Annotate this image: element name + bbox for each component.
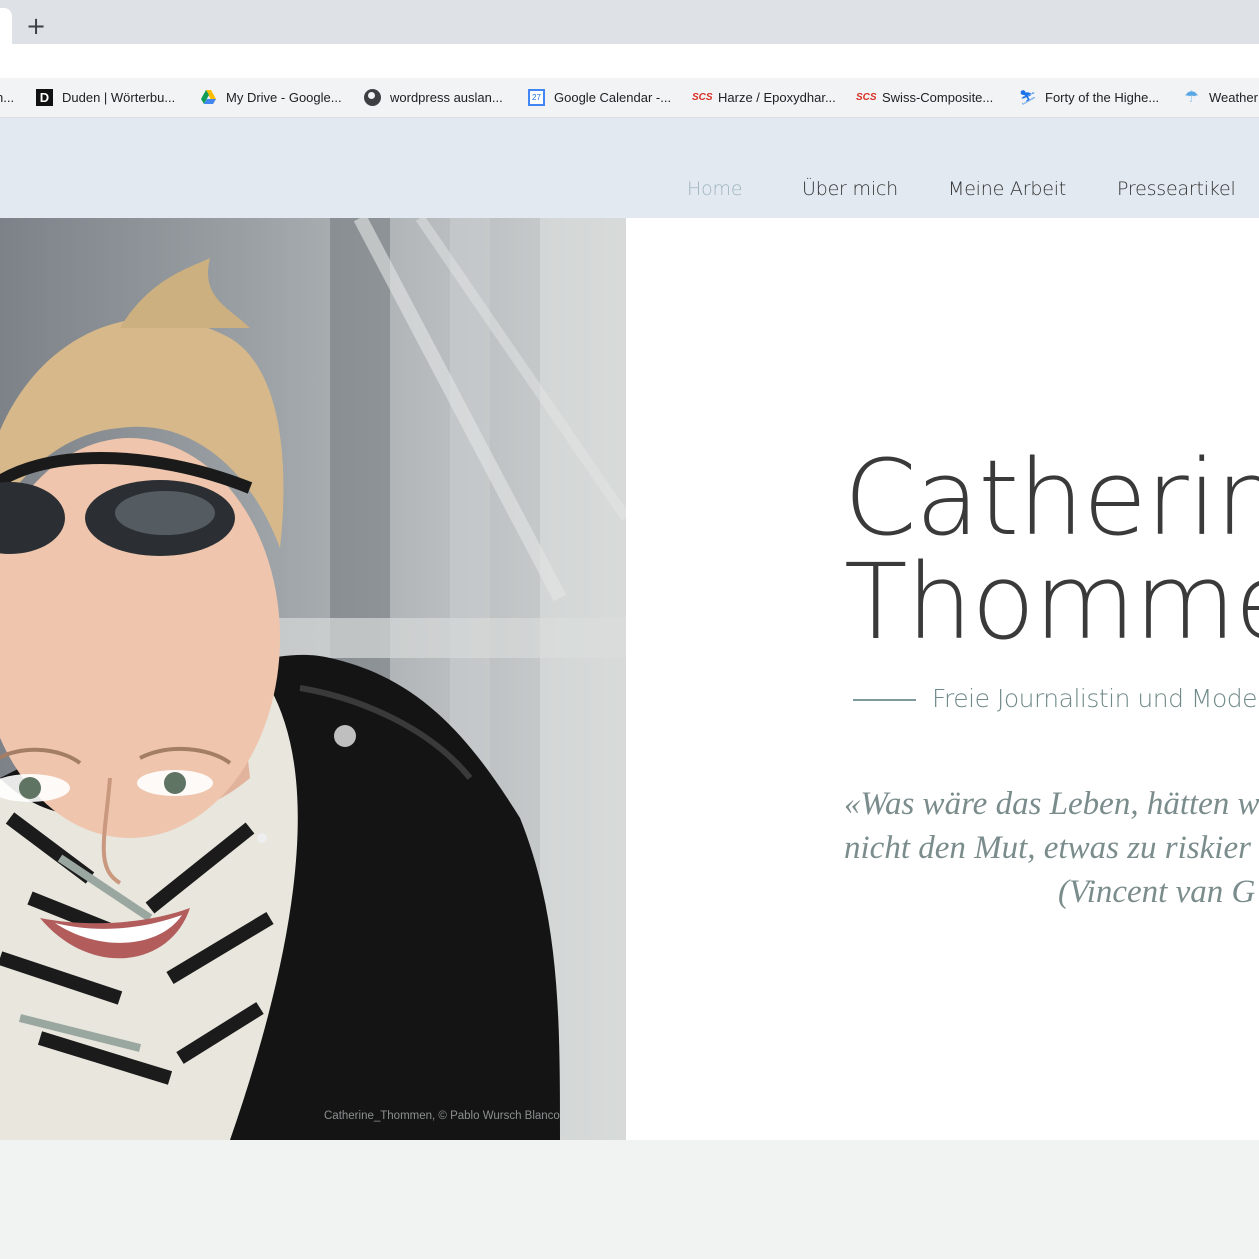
- portrait-illustration: [0, 218, 626, 1140]
- bookmark-label: Weather: [1209, 89, 1258, 105]
- portrait-photo: Catherine_Thommen, © Pablo Wursch Blanco: [0, 218, 626, 1140]
- active-tab[interactable]: [0, 8, 12, 46]
- bookmark-label: Forty of the Highe...: [1045, 89, 1160, 105]
- bookmark-label: Duden | Wörterbu...: [62, 89, 176, 105]
- hero-name-first: Catherine: [844, 437, 1259, 559]
- scs-icon: SCS: [856, 91, 877, 103]
- scs-icon: SCS: [692, 91, 713, 103]
- photo-credit: Catherine_Thommen, © Pablo Wursch Blanco: [324, 1110, 560, 1122]
- skier-icon: ⛷: [1019, 88, 1037, 105]
- bookmark-google-calendar[interactable]: 27 Google Calendar -...: [528, 87, 671, 107]
- bookmark-harze[interactable]: SCS Harze / Epoxydhar...: [692, 87, 836, 107]
- bookmark-my-drive[interactable]: My Drive - Google...: [200, 87, 342, 107]
- bookmark-label: My Drive - Google...: [226, 89, 342, 105]
- bookmark-forty[interactable]: ⛷ Forty of the Highe...: [1019, 87, 1159, 107]
- bookmark-item[interactable]: n...: [0, 87, 14, 107]
- quote-line: nicht den Mut, etwas zu riskier: [844, 830, 1251, 866]
- hero-text-panel: Catherine Thommen Freie Journalistin und…: [626, 218, 1259, 1140]
- quote-line: «Was wäre das Leben, hätten w: [844, 786, 1259, 822]
- bookmark-label: wordpress auslan...: [390, 89, 503, 105]
- subtitle-divider: [853, 699, 916, 701]
- hero-subtitle: Freie Journalistin und Moderato: [932, 684, 1259, 713]
- site-header: Home Über mich Meine Arbeit Presseartike…: [0, 118, 1259, 218]
- bookmark-duden[interactable]: D Duden | Wörterbu...: [36, 87, 175, 107]
- browser-toolbar: [0, 44, 1259, 78]
- bookmark-label: n...: [0, 89, 15, 105]
- globe-icon: [364, 88, 381, 106]
- bookmark-swiss-composite[interactable]: SCS Swiss-Composite...: [856, 87, 993, 107]
- nav-presseartikel[interactable]: Presseartikel: [1117, 178, 1236, 200]
- nav-meine-arbeit[interactable]: Meine Arbeit: [948, 178, 1066, 200]
- bookmark-weather[interactable]: ☂ Weather: [1183, 87, 1258, 107]
- quote-attribution: (Vincent van G: [1058, 874, 1256, 910]
- bookmark-label: Harze / Epoxydhar...: [718, 89, 836, 105]
- nav-ueber-mich[interactable]: Über mich: [802, 178, 898, 200]
- duden-icon: D: [36, 88, 53, 106]
- umbrella-icon: ☂: [1184, 88, 1199, 106]
- new-tab-button[interactable]: +: [22, 12, 50, 40]
- bookmark-label: Swiss-Composite...: [882, 89, 994, 105]
- bookmark-label: Google Calendar -...: [554, 89, 672, 105]
- bookmark-wordpress[interactable]: wordpress auslan...: [364, 87, 503, 107]
- bookmarks-bar: n... D Duden | Wörterbu... My Drive - Go…: [0, 78, 1259, 118]
- google-calendar-icon: 27: [528, 88, 545, 106]
- google-drive-icon: [200, 89, 217, 106]
- nav-home[interactable]: Home: [687, 178, 743, 200]
- hero-name-last: Thommen: [844, 541, 1259, 663]
